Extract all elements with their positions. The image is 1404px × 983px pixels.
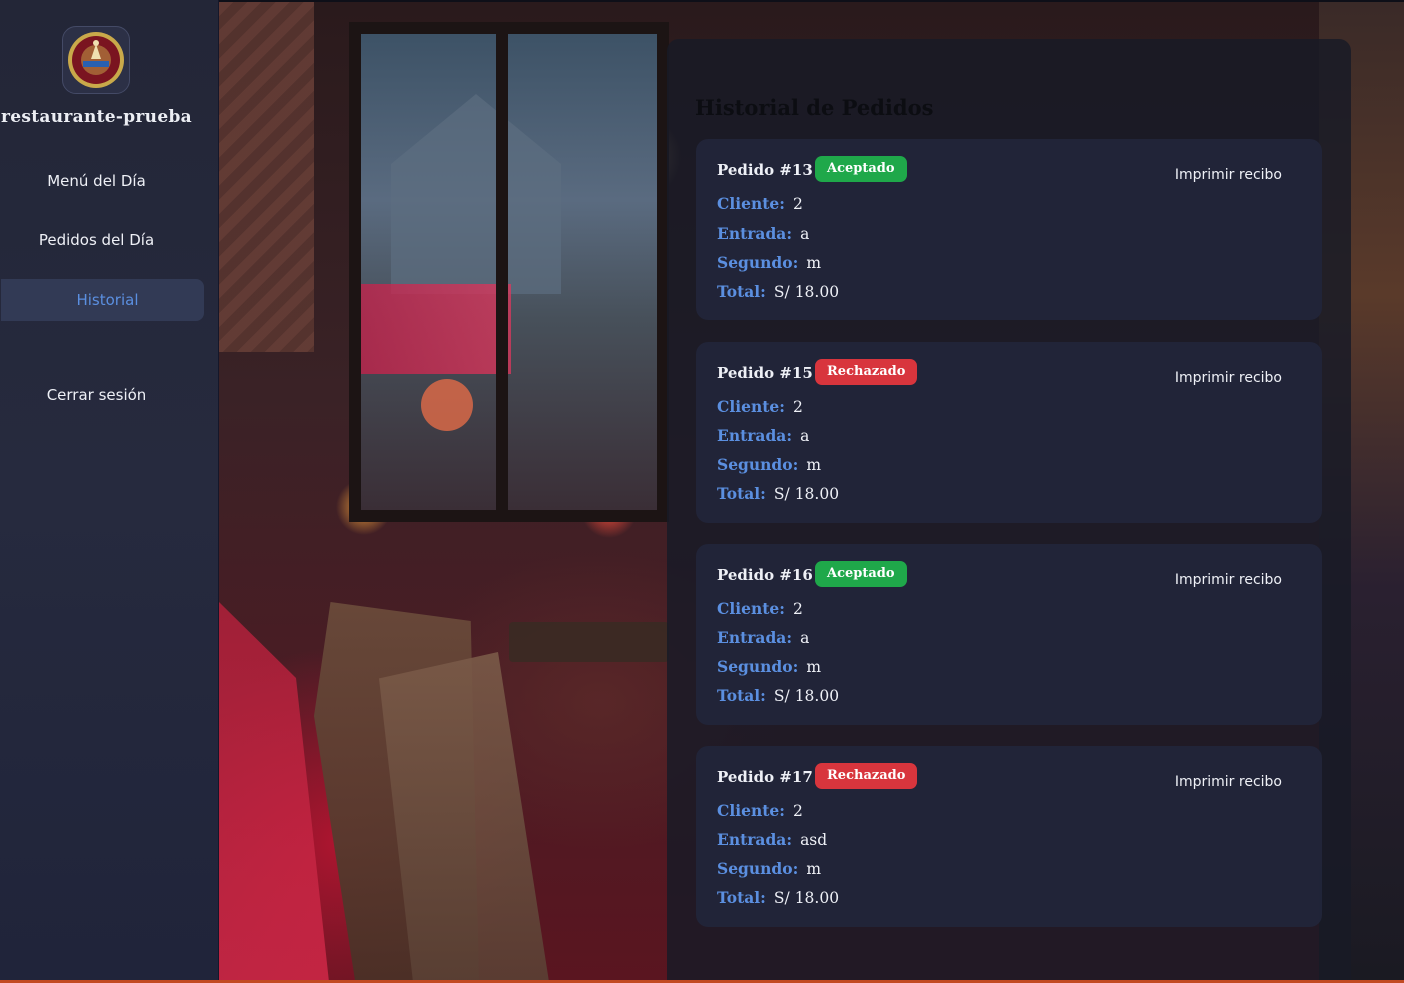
print-receipt-button[interactable]: Imprimir recibo (1175, 572, 1282, 588)
client-label: Cliente: (717, 397, 785, 416)
order-number: Pedido #13 (717, 161, 813, 179)
client-value: 2 (793, 398, 803, 416)
client-value: 2 (793, 802, 803, 820)
page-title: Historial de Pedidos (695, 95, 934, 120)
segundo-value: m (806, 860, 822, 878)
order-entrada: Entrada: a (717, 628, 809, 647)
order-card: Pedido #17 Rechazado Imprimir recibo Cli… (696, 746, 1322, 927)
total-value: S/ 18.00 (773, 687, 840, 705)
order-number: Pedido #16 (717, 566, 813, 584)
entrada-value: asd (800, 831, 828, 849)
order-entrada: Entrada: asd (717, 830, 827, 849)
order-total: Total: S/ 18.00 (717, 888, 839, 907)
order-card: Pedido #16 Aceptado Imprimir recibo Clie… (696, 544, 1322, 725)
total-value: S/ 18.00 (773, 283, 840, 301)
print-receipt-button[interactable]: Imprimir recibo (1175, 167, 1282, 183)
entrada-label: Entrada: (717, 224, 793, 243)
order-entrada: Entrada: a (717, 224, 809, 243)
client-label: Cliente: (717, 599, 785, 618)
print-receipt-button[interactable]: Imprimir recibo (1175, 370, 1282, 386)
restaurant-logo (62, 26, 130, 94)
emblem-icon (68, 32, 124, 88)
order-number: Pedido #15 (717, 364, 813, 382)
order-total: Total: S/ 18.00 (717, 686, 839, 705)
status-badge: Rechazado (815, 359, 918, 385)
order-segundo: Segundo: m (717, 253, 821, 272)
nav-pedidos-del-dia[interactable]: Pedidos del Día (0, 231, 193, 249)
nav-historial[interactable]: Historial (1, 279, 204, 321)
entrada-label: Entrada: (717, 830, 793, 849)
segundo-label: Segundo: (717, 859, 799, 878)
total-label: Total: (717, 686, 766, 705)
entrada-label: Entrada: (717, 426, 793, 445)
order-client: Cliente: 2 (717, 194, 803, 213)
entrada-label: Entrada: (717, 628, 793, 647)
segundo-label: Segundo: (717, 455, 799, 474)
logout-button[interactable]: Cerrar sesión (0, 386, 193, 404)
order-segundo: Segundo: m (717, 657, 821, 676)
nav-menu-del-dia[interactable]: Menú del Día (0, 172, 193, 190)
restaurant-name: restaurante-prueba (1, 107, 192, 127)
order-client: Cliente: 2 (717, 801, 803, 820)
client-label: Cliente: (717, 801, 785, 820)
order-client: Cliente: 2 (717, 397, 803, 416)
sidebar: restaurante-prueba Menú del Día Pedidos … (0, 0, 219, 980)
order-card: Pedido #13 Aceptado Imprimir recibo Clie… (696, 139, 1322, 320)
segundo-value: m (806, 456, 822, 474)
order-segundo: Segundo: m (717, 859, 821, 878)
entrada-value: a (800, 225, 810, 243)
entrada-value: a (800, 427, 810, 445)
client-label: Cliente: (717, 194, 785, 213)
order-entrada: Entrada: a (717, 426, 809, 445)
order-total: Total: S/ 18.00 (717, 282, 839, 301)
status-badge: Aceptado (815, 156, 907, 182)
total-value: S/ 18.00 (773, 485, 840, 503)
print-receipt-button[interactable]: Imprimir recibo (1175, 774, 1282, 790)
history-panel: Historial de Pedidos Pedido #13 Aceptado… (667, 39, 1351, 980)
client-value: 2 (793, 195, 803, 213)
order-client: Cliente: 2 (717, 599, 803, 618)
total-label: Total: (717, 484, 766, 503)
order-segundo: Segundo: m (717, 455, 821, 474)
entrada-value: a (800, 629, 810, 647)
segundo-value: m (806, 658, 822, 676)
client-value: 2 (793, 600, 803, 618)
total-value: S/ 18.00 (773, 889, 840, 907)
segundo-label: Segundo: (717, 253, 799, 272)
total-label: Total: (717, 888, 766, 907)
segundo-label: Segundo: (717, 657, 799, 676)
total-label: Total: (717, 282, 766, 301)
order-number: Pedido #17 (717, 768, 813, 786)
status-badge: Aceptado (815, 561, 907, 587)
order-card: Pedido #15 Rechazado Imprimir recibo Cli… (696, 342, 1322, 523)
status-badge: Rechazado (815, 763, 918, 789)
segundo-value: m (806, 254, 822, 272)
order-total: Total: S/ 18.00 (717, 484, 839, 503)
